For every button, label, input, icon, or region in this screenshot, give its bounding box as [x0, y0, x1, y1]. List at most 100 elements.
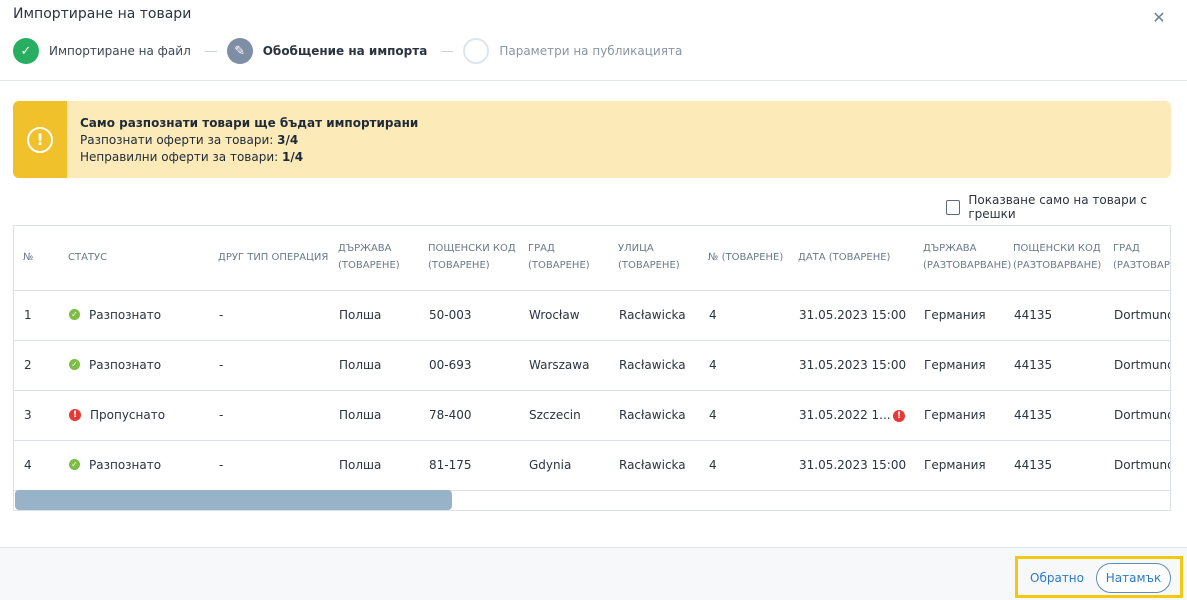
next-button[interactable]: Натамък	[1096, 563, 1171, 593]
cell-zip: 81-175	[429, 458, 472, 472]
cell-u-country: Германия	[924, 458, 986, 472]
table-row[interactable]: 1 ✓ Разпознато - Полша 50-003 Wrocław Racławick…	[14, 291, 1171, 341]
cell-date: 31.05.2023 15:00	[799, 358, 907, 372]
step-publication-params: Параметри на публикацията	[463, 38, 682, 64]
status-text: Пропуснато	[90, 408, 166, 422]
column-header-line: ДЪРЖАВА	[338, 243, 392, 254]
cell-num: 1	[24, 308, 32, 322]
cell-date: 31.05.2023 15:00	[799, 458, 907, 472]
cell-city: Warszawa	[529, 358, 590, 372]
column-header: ПОЩЕНСКИ КОД (РАЗТОВАРВАНЕ)	[1013, 240, 1101, 274]
column-header: УЛИЦА (ТОВАРЕНЕ)	[618, 240, 680, 274]
check-circle-icon: ✓	[69, 359, 80, 370]
alert-icon-strip: !	[13, 101, 67, 178]
column-header: ДЪРЖАВА (РАЗТОВАРВАНЕ)	[923, 240, 1011, 274]
column-header-line: СТАТУС	[68, 252, 108, 263]
column-header: СТАТУС	[68, 249, 107, 266]
step-import-file: ✓ Импортиране на файл	[13, 38, 191, 64]
column-header-line: ДАТА (ТОВАРЕНЕ)	[798, 252, 891, 263]
column-header-line: УЛИЦА	[618, 243, 654, 254]
horizontal-scrollbar[interactable]	[15, 490, 452, 510]
cell-zip: 00-693	[429, 358, 472, 372]
column-header-line: № (ТОВАРЕНЕ)	[708, 252, 784, 263]
table-row[interactable]: 4 ✓ Разпознато - Полша 81-175 Gdynia Racławicka…	[14, 441, 1171, 491]
column-header: ГРАД (ТОВАРЕНЕ)	[528, 240, 590, 274]
cell-country: Полша	[339, 458, 382, 472]
column-header-line: (РАЗТОВАРВАНЕ)	[923, 260, 1012, 271]
step-label: Обобщение на импорта	[262, 44, 428, 58]
column-header-line: (ТОВАРЕНЕ)	[618, 260, 680, 271]
warning-alert: ! Само разпознати товари ще бъдат импорт…	[13, 101, 1171, 178]
cell-country: Полша	[339, 408, 382, 422]
column-header-line: (ТОВАРЕНЕ)	[428, 260, 490, 271]
cell-u-zip: 44135	[1014, 358, 1053, 372]
exclamation-icon: !	[27, 126, 53, 153]
cell-u-zip: 44135	[1014, 458, 1053, 472]
column-header-line: ГРАД	[1113, 243, 1140, 254]
modal-title: Импортиране на товари	[13, 6, 192, 22]
column-header: ДРУГ ТИП ОПЕРАЦИЯ	[218, 249, 328, 266]
check-icon: ✓	[13, 38, 39, 64]
column-header-line: ДЪРЖАВА	[923, 243, 977, 254]
checkbox-label: Показване само на товари с грешки	[968, 193, 1147, 221]
column-header-line: №	[23, 252, 34, 263]
cell-u-country: Германия	[924, 408, 986, 422]
cell-status: ✓ Разпознато	[69, 341, 161, 390]
column-header: ДЪРЖАВА (ТОВАРЕНЕ)	[338, 240, 400, 274]
cell-city: Gdynia	[529, 458, 572, 472]
cell-u-city: Dortmund	[1114, 408, 1171, 422]
date-error-icon[interactable]: !	[893, 410, 905, 422]
cell-no: 4	[709, 308, 717, 322]
cell-street: Racławicka	[619, 408, 686, 422]
cell-op: -	[219, 458, 224, 472]
cell-u-city: Dortmund	[1114, 458, 1171, 472]
table-row[interactable]: 2 ✓ Разпознато - Полша 00-693 Warszawa Racławic…	[14, 341, 1170, 391]
column-header-line: ДРУГ ТИП ОПЕРАЦИЯ	[218, 252, 329, 263]
cell-num: 2	[24, 358, 32, 372]
cell-u-city: Dortmund	[1114, 308, 1171, 322]
table-row[interactable]: 3! Пропуснато - Полша 78-400 Szczecin Racławic…	[14, 391, 1171, 441]
cell-op: -	[219, 358, 224, 372]
alert-invalid: Неправилни оферти за товари: 1/4	[80, 150, 304, 164]
cell-country: Полша	[339, 308, 382, 322]
pencil-icon: ✎	[226, 38, 253, 64]
close-icon[interactable]: ✕	[1151, 10, 1167, 26]
column-header: ДАТА (ТОВАРЕНЕ)	[798, 249, 890, 266]
back-button[interactable]: Обратно	[1030, 571, 1084, 585]
column-header: ГРАД (РАЗТОВАРВА	[1113, 240, 1170, 274]
cell-num: 4	[24, 458, 32, 472]
column-header-line: (РАЗТОВАРВА	[1113, 260, 1170, 271]
empty-circle-icon	[463, 38, 490, 64]
cell-u-country: Германия	[924, 358, 986, 372]
alert-body: Само разпознати товари ще бъдат импортир…	[67, 101, 418, 178]
cell-u-zip: 44135	[1014, 408, 1053, 422]
status-text: Разпознато	[89, 308, 162, 322]
cell-no: 4	[709, 358, 717, 372]
step-label: Параметри на публикацията	[499, 44, 683, 58]
alert-recognized: Разпознати оферти за товари: 3/4	[80, 133, 299, 147]
modal-header: Импортиране на товари ✕ ✓ Импортиране на…	[0, 0, 1187, 81]
checkbox-box[interactable]	[946, 199, 961, 215]
cell-num: 3	[24, 408, 32, 422]
status-text: Разпознато	[89, 458, 162, 472]
cell-status: ✓ Разпознато	[69, 291, 161, 340]
cell-op: -	[219, 408, 224, 422]
step-separator	[441, 50, 454, 52]
check-circle-icon: ✓	[69, 459, 80, 470]
cell-street: Racławicka	[619, 358, 686, 372]
stepper: ✓ Импортиране на файл ✎ Обобщение на имп…	[13, 38, 682, 64]
check-circle-icon: ✓	[69, 309, 80, 320]
cell-op: -	[219, 308, 224, 322]
cell-street: Racławicka	[619, 458, 686, 472]
step-separator	[204, 50, 217, 52]
import-modal: Импортиране на товари ✕ ✓ Импортиране на…	[0, 0, 1187, 600]
modal-footer: Обратно Натамък	[0, 547, 1187, 600]
cell-zip: 50-003	[429, 308, 472, 322]
cell-u-zip: 44135	[1014, 308, 1053, 322]
cell-date: 31.05.2023 15:00	[799, 308, 907, 322]
cell-date: 31.05.2022 1...	[799, 408, 891, 422]
errors-only-checkbox[interactable]: Показване само на товари с грешки	[946, 193, 1187, 221]
column-header: № (ТОВАРЕНЕ)	[708, 249, 783, 266]
column-header-line: ГРАД	[528, 243, 555, 254]
cell-street: Racławicka	[619, 308, 686, 322]
